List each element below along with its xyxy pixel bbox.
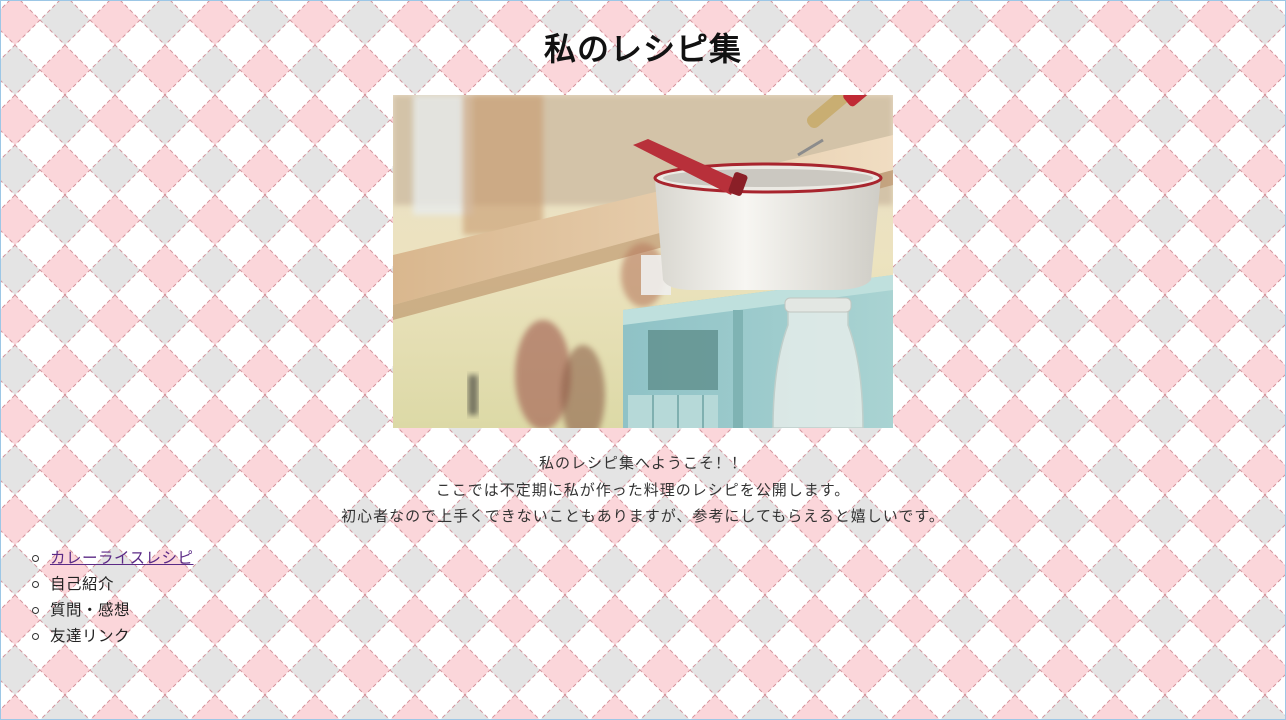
kitchen-photo [393,95,893,428]
intro-line: 私のレシピ集へようこそ！！ [538,454,747,472]
page-title: 私のレシピ集 [543,30,742,68]
nav-item-friend-links: 友達リンク [30,623,194,649]
page: 私のレシピ集 私のレシピ集へようこそ！！ ここでは不定期に私が作った料理のレシピ… [0,0,1286,720]
hero-image [393,95,893,428]
intro-line: ここでは不定期に私が作った料理のレシピを公開します。 [435,480,851,499]
nav-item-self-intro: 自己紹介 [30,571,194,597]
intro-line: 初心者なので上手くできないこともありますが、参考にしてもらえると嬉しいです。 [341,507,945,525]
intro-text: 私のレシピ集へようこそ！！ ここでは不定期に私が作った料理のレシピを公開します。… [0,450,1286,530]
nav-item-curry-recipe: カレーライスレシピ [30,545,194,571]
nav-item-questions: 質問・感想 [30,597,194,623]
nav-list: カレーライスレシピ 自己紹介 質問・感想 友達リンク [30,545,194,649]
curry-recipe-link[interactable]: カレーライスレシピ [50,549,194,567]
